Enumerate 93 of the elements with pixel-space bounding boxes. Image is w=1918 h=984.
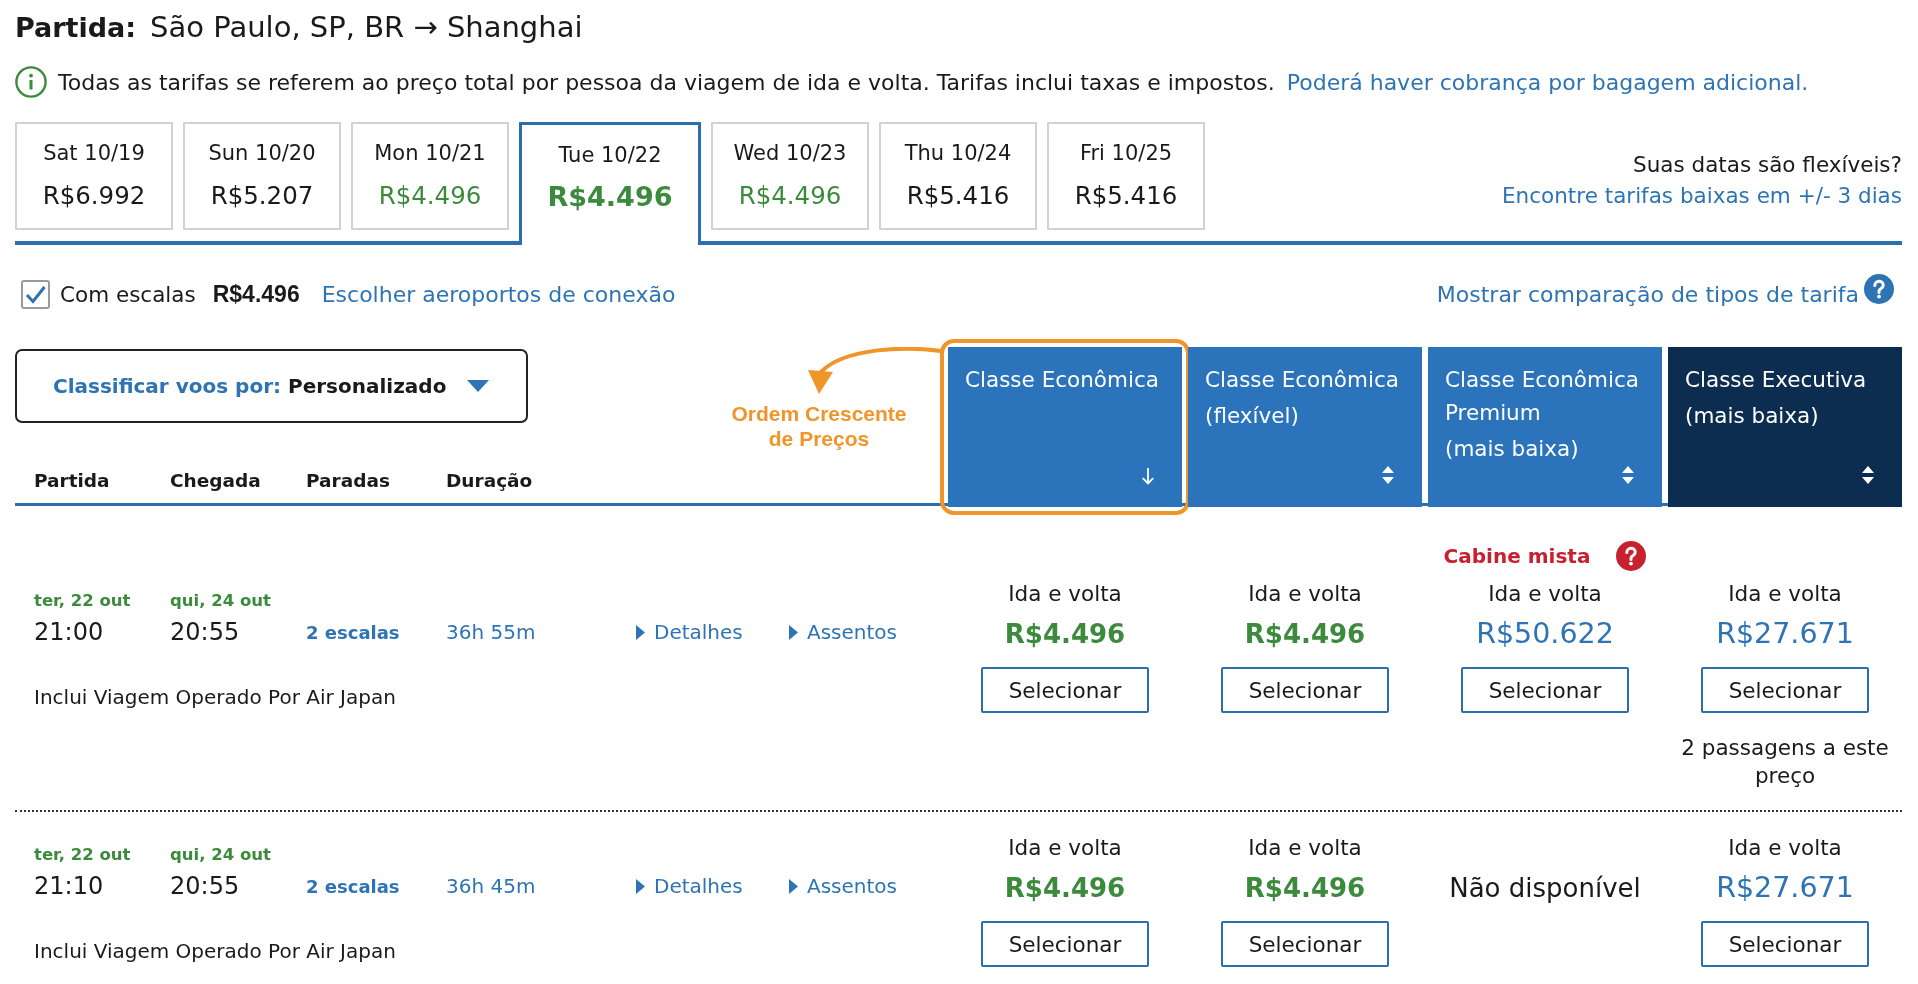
date-tab[interactable]: Mon 10/21 R$4.496 <box>351 122 509 230</box>
tab-date: Wed 10/23 <box>733 140 847 167</box>
column-header: Paradas <box>306 469 391 493</box>
connection-price: R$4.496 <box>212 280 300 308</box>
select-button[interactable]: Selecionar <box>1701 667 1869 713</box>
details-link[interactable]: Detalhes <box>636 874 743 898</box>
select-button[interactable]: Selecionar <box>1221 667 1389 713</box>
caret-right-icon <box>789 624 798 640</box>
fare-price: R$4.496 <box>1244 618 1366 651</box>
fare-label: Ida e volta <box>1248 580 1362 608</box>
fare-label: Ida e volta <box>1008 580 1122 608</box>
details-link[interactable]: Detalhes <box>636 620 743 644</box>
departure-date: ter, 22 out <box>34 590 131 612</box>
mixed-cabin-label: Cabine mista <box>1443 544 1591 568</box>
operator-note: Inclui Viagem Operado Por Air Japan <box>34 938 396 965</box>
arrival-date: qui, 24 out <box>170 590 271 612</box>
unavailable-text: Não disponível <box>1449 872 1641 905</box>
arrival-time: 20:55 <box>170 871 240 902</box>
caret-right-icon <box>789 878 798 894</box>
fare-label: Ida e volta <box>1728 834 1842 862</box>
caret-right-icon <box>636 878 645 894</box>
date-tab[interactable]: Tue 10/22 R$4.496 <box>519 122 701 245</box>
select-button[interactable]: Selecionar <box>1461 667 1629 713</box>
fare-notice-text: Todas as tarifas se referem ao preço total por pessoa da viagem de ida e volta. Tarifas inclui taxas e impostos. <box>58 69 1275 95</box>
select-button[interactable]: Selecionar <box>981 667 1149 713</box>
fare-price: R$4.496 <box>1244 872 1366 905</box>
arrival-time: 20:55 <box>170 617 240 648</box>
tab-price: R$4.496 <box>547 180 673 214</box>
annotation-text: Ordem Crescente de Preços <box>730 401 908 451</box>
stops-link[interactable]: 2 escalas <box>306 621 400 643</box>
operator-note: Inclui Viagem Operado Por Air Japan <box>34 684 396 711</box>
fare-class-header[interactable]: Classe Executiva (mais baixa) <box>1668 347 1902 507</box>
fare-label: Ida e volta <box>1488 580 1602 608</box>
seats-link[interactable]: Assentos <box>789 620 897 644</box>
tab-date: Tue 10/22 <box>558 142 662 169</box>
seats-link[interactable]: Assentos <box>789 874 897 898</box>
duration-text: 36h 55m <box>446 620 536 644</box>
tab-price: R$4.496 <box>378 180 482 212</box>
departure-time: 21:00 <box>34 617 104 648</box>
column-header: Duração <box>446 469 534 493</box>
info-icon <box>15 66 47 98</box>
fare-label: Ida e volta <box>1008 834 1122 862</box>
date-tab[interactable]: Thu 10/24 R$5.416 <box>879 122 1037 230</box>
tab-price: R$6.992 <box>42 180 146 212</box>
checkbox[interactable] <box>21 279 50 309</box>
fare-price: R$27.671 <box>1716 616 1854 652</box>
caret-down-icon <box>467 380 490 392</box>
arrival-date: qui, 24 out <box>170 844 271 866</box>
fare-price: R$4.496 <box>1004 618 1126 651</box>
help-icon[interactable] <box>1616 541 1647 571</box>
tab-date: Fri 10/25 <box>1079 140 1173 167</box>
tab-price: R$4.496 <box>738 180 842 212</box>
flexible-dates-link[interactable]: Encontre tarifas baixas em +/- 3 dias <box>1502 180 1902 211</box>
fare-note: 2 passagens a este preço <box>1680 734 1890 790</box>
fare-class-header[interactable]: Classe Econômica (flexível) <box>1188 347 1422 507</box>
connection-airports-link[interactable]: Escolher aeroportos de conexão <box>321 281 676 307</box>
departure-date: ter, 22 out <box>34 844 131 866</box>
date-tab[interactable]: Wed 10/23 R$4.496 <box>711 122 869 230</box>
fare-class-header[interactable]: Classe Econômica Premium (mais baixa) <box>1428 347 1662 507</box>
stops-link[interactable]: 2 escalas <box>306 875 400 897</box>
checkmark-icon <box>25 284 46 304</box>
fare-price: R$4.496 <box>1004 872 1126 905</box>
duration-text: 36h 45m <box>446 874 536 898</box>
date-tab[interactable]: Sun 10/20 R$5.207 <box>183 122 341 230</box>
date-tab[interactable]: Fri 10/25 R$5.416 <box>1047 122 1205 230</box>
tab-date: Mon 10/21 <box>374 140 486 167</box>
baggage-link[interactable]: Poderá haver cobrança por bagagem adicional. <box>1286 69 1809 95</box>
fare-label: Ida e volta <box>1248 834 1362 862</box>
help-icon[interactable] <box>1864 274 1894 304</box>
column-header: Partida <box>34 469 111 493</box>
tab-date: Thu 10/24 <box>904 140 1012 167</box>
select-button[interactable]: Selecionar <box>1221 921 1389 967</box>
departure-time: 21:10 <box>34 871 104 902</box>
tab-date: Sun 10/20 <box>208 140 316 167</box>
flexible-dates-question: Suas datas são flexíveis? <box>1633 151 1902 179</box>
fare-label: Ida e volta <box>1728 580 1842 608</box>
sort-dropdown[interactable]: Classificar voos por: Personalizado <box>15 349 528 423</box>
tab-price: R$5.416 <box>906 180 1010 212</box>
select-button[interactable]: Selecionar <box>1701 921 1869 967</box>
fare-class-header[interactable]: Classe Econômica <box>948 347 1182 507</box>
fare-price: R$50.622 <box>1476 616 1614 652</box>
tab-date: Sat 10/19 <box>43 140 145 167</box>
select-button[interactable]: Selecionar <box>981 921 1149 967</box>
date-tab[interactable]: Sat 10/19 R$6.992 <box>15 122 173 230</box>
checkbox-label: Com escalas <box>60 281 196 307</box>
fare-price: R$27.671 <box>1716 870 1854 906</box>
title-label: Partida: <box>15 11 137 45</box>
tab-price: R$5.416 <box>1074 180 1178 212</box>
fare-comparison-link[interactable]: Mostrar comparação de tipos de tarifa <box>1436 281 1859 307</box>
column-header: Chegada <box>170 469 262 493</box>
caret-right-icon <box>636 624 645 640</box>
route-title: São Paulo, SP, BR → Shanghai <box>150 9 583 46</box>
tab-price: R$5.207 <box>210 180 314 212</box>
